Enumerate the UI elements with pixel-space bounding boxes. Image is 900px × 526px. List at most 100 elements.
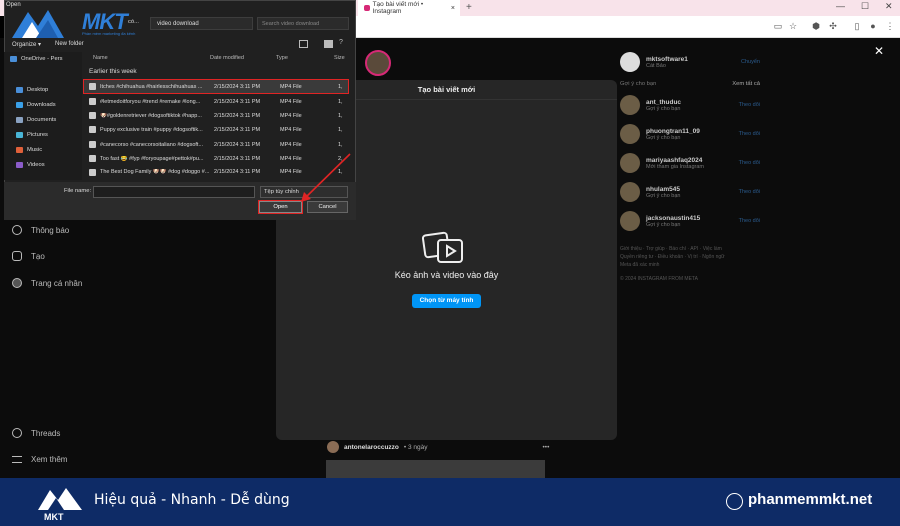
post-image[interactable] <box>326 460 545 478</box>
avatar[interactable] <box>620 211 640 231</box>
extension-icon[interactable]: ⬢ <box>810 20 822 32</box>
group-header[interactable]: Earlier this week <box>89 68 137 75</box>
file-name: #letmedoitforyou #trend #remake #long... <box>100 98 201 105</box>
minimize-button[interactable]: — <box>836 1 845 11</box>
avatar[interactable] <box>620 153 640 173</box>
profile-icon <box>12 278 22 288</box>
nav-downloads[interactable]: Downloads <box>16 102 56 108</box>
suggestion-username[interactable]: ant_thuduc <box>646 99 681 106</box>
nav-music[interactable]: Music <box>16 147 42 153</box>
avatar[interactable] <box>620 95 640 115</box>
nav-videos[interactable]: Videos <box>16 162 45 168</box>
cast-icon[interactable]: ▭ <box>772 20 784 32</box>
select-from-computer-button[interactable]: Chọn từ máy tính <box>412 294 481 308</box>
sidebar-item-threads[interactable]: Threads <box>12 428 60 438</box>
suggestions-panel: mktsoftware1 Cát Bảo Chuyển Gợi ý cho bạ… <box>620 52 760 283</box>
post-username[interactable]: antonelaroccuzzo <box>344 444 399 451</box>
file-date: 2/15/2024 3:11 PM <box>214 169 261 175</box>
nav-desktop[interactable]: Desktop <box>16 87 48 93</box>
sidebar-item-notifications[interactable]: Thông báo <box>12 225 69 235</box>
story-avatar[interactable] <box>365 50 391 76</box>
nav-onedrive[interactable]: OneDrive - Pers <box>10 56 63 62</box>
avatar[interactable] <box>620 124 640 144</box>
mkt-banner-logo-icon: MKT <box>38 488 82 522</box>
column-date[interactable]: Date modified <box>210 55 244 61</box>
more-options-icon[interactable]: ••• <box>543 444 550 451</box>
sidebar-item-label: Threads <box>31 428 61 438</box>
file-name-label: File name: <box>64 188 92 194</box>
file-date: 2/15/2024 3:11 PM <box>214 141 261 148</box>
maximize-button[interactable]: ☐ <box>861 1 869 12</box>
puzzle-icon[interactable]: ✣ <box>827 20 839 32</box>
file-row[interactable]: #letmedoitforyou #trend #remake #long...… <box>84 95 348 108</box>
follow-button[interactable]: Theo dõi <box>739 102 760 108</box>
file-size: 1, <box>338 141 343 148</box>
file-name: Puppy exclusive train #puppy #dogsoftik.… <box>100 126 203 133</box>
sidebar-item-label: Thông báo <box>31 225 70 235</box>
file-name: #canecorso #canecorsoitaliano #dogsoft..… <box>100 141 204 148</box>
see-all-link[interactable]: Xem tất cả <box>732 81 760 87</box>
sidebar-item-profile[interactable]: Trang cá nhân <box>12 278 82 288</box>
avatar[interactable] <box>327 441 339 453</box>
file-row[interactable]: Puppy exclusive train #puppy #dogsoftik.… <box>84 123 348 136</box>
file-name: Too fast 😂 #fyp #foryoupage#pettok#pu... <box>100 155 204 162</box>
window-close-button[interactable]: ✕ <box>885 1 893 12</box>
suggestion-username[interactable]: mariyaashfaq2024 <box>646 157 704 164</box>
footer-line: Meta đã xác minh <box>620 262 660 268</box>
nav-label: Music <box>27 147 43 153</box>
banner-website[interactable]: phanmemmkt.net <box>748 491 872 508</box>
follow-button[interactable]: Theo dõi <box>739 218 760 224</box>
sidebar-item-create[interactable]: Tạo <box>12 251 45 261</box>
nav-label: Desktop <box>27 87 49 93</box>
footer-line[interactable]: Quyền riêng tư · Điều khoản · Vị trí · N… <box>620 253 760 261</box>
file-type: MP4 File <box>280 126 302 133</box>
file-date: 2/15/2024 3:11 PM <box>214 83 261 90</box>
nav-label: OneDrive - Pers <box>21 56 63 62</box>
help-icon[interactable]: ? <box>339 39 343 46</box>
nav-label: Downloads <box>27 102 56 108</box>
follow-button[interactable]: Theo dõi <box>739 189 760 195</box>
browser-tab-instagram[interactable]: Tạo bài viết mới • Instagram × <box>358 0 460 16</box>
nav-documents[interactable]: Documents <box>16 117 56 123</box>
video-file-icon <box>89 83 96 90</box>
file-name-input[interactable] <box>93 186 255 198</box>
nav-pictures[interactable]: Pictures <box>16 132 48 138</box>
preview-pane-icon[interactable] <box>324 40 333 48</box>
current-account: mktsoftware1 Cát Bảo Chuyển <box>620 52 760 72</box>
search-input[interactable]: Search video download <box>257 17 349 30</box>
column-size[interactable]: Size <box>334 55 345 61</box>
column-type[interactable]: Type <box>276 55 288 61</box>
view-icon[interactable] <box>299 40 308 48</box>
address-bar[interactable]: video download <box>150 17 253 30</box>
bookmark-star-icon[interactable]: ☆ <box>787 20 799 32</box>
kebab-menu-icon[interactable]: ⋮ <box>884 20 896 32</box>
file-row[interactable]: Itches #chihuahua #hairlesschihuahuas ..… <box>83 79 349 94</box>
footer-line[interactable]: Giới thiệu · Trợ giúp · Báo chí · API · … <box>620 245 760 253</box>
suggestion-username[interactable]: nhulam545 <box>646 186 681 193</box>
column-name[interactable]: Name <box>93 55 108 61</box>
tab-close-icon[interactable]: × <box>451 5 455 12</box>
file-size: 1, <box>338 126 343 133</box>
suggestion-sub: Gợi ý cho bạn <box>646 105 681 112</box>
sidebar-item-label: Xem thêm <box>31 455 68 464</box>
sidepanel-icon[interactable]: ▯ <box>851 20 863 32</box>
file-date: 2/15/2024 3:11 PM <box>214 98 261 105</box>
suggestion-sub: Mới tham gia Instagram <box>646 163 705 170</box>
avatar[interactable] <box>620 182 640 202</box>
file-row[interactable]: 🐶#goldenretriever #dogsoftiktok #happ...… <box>84 109 348 122</box>
follow-button[interactable]: Theo dõi <box>739 160 760 166</box>
sidebar-item-more[interactable]: Xem thêm <box>12 455 67 464</box>
account-username[interactable]: mktsoftware1 <box>646 56 688 63</box>
close-icon[interactable]: ✕ <box>874 44 884 58</box>
threads-icon <box>12 428 22 438</box>
profile-avatar-icon[interactable]: ● <box>867 20 879 32</box>
suggestion-username[interactable]: jacksonaustin415 <box>646 215 700 222</box>
suggestion-username[interactable]: phuongtran11_09 <box>646 128 700 135</box>
new-tab-button[interactable]: + <box>466 2 472 13</box>
cloud-icon <box>10 56 17 62</box>
avatar[interactable] <box>620 52 640 72</box>
suggestion-item: phuongtran11_09 Gợi ý cho bạn Theo dõi <box>620 124 760 144</box>
video-icon <box>16 162 23 168</box>
switch-account-link[interactable]: Chuyển <box>741 59 760 65</box>
follow-button[interactable]: Theo dõi <box>739 131 760 137</box>
